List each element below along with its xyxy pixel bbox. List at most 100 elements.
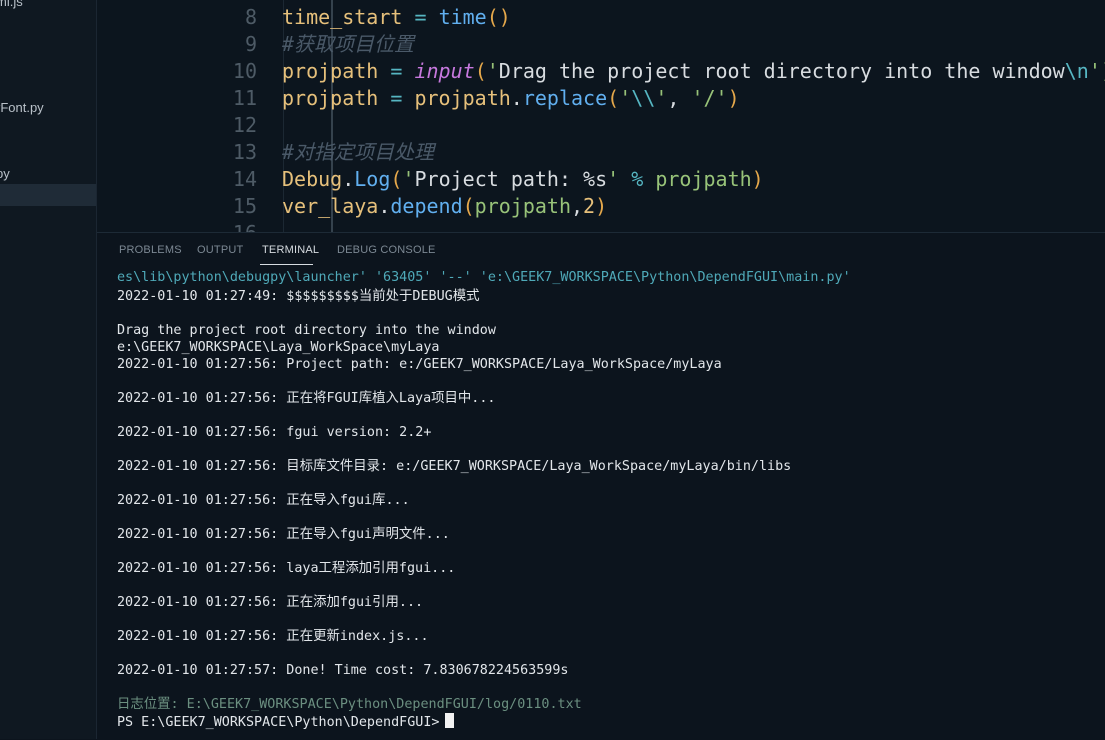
code-line[interactable]: #对指定项目处理 [282,139,434,166]
terminal-line-text: 2022-01-10 01:27:56: 正在导入fgui库... [117,493,410,508]
code-editor[interactable]: 8 time_start = time() 9 #获取项目位置 10 projpath =… [97,0,1105,232]
code-line[interactable]: projpath = projpath.replace('\\', '/') [282,85,740,112]
bottom-panel: PROBLEMS OUTPUT TERMINAL DEBUG CONSOLE e… [97,232,1105,740]
code-token: ' [607,167,620,191]
code-token: ' [486,59,499,83]
code-token: \n [1064,59,1089,83]
terminal-line: 日志位置: E:\GEEK7_WORKSPACE\Python\DependFG… [117,696,582,713]
code-token: ( [462,194,475,218]
code-token: ( [474,59,487,83]
code-token: time_start [282,5,403,29]
terminal-line-text: 2022-01-10 01:27:56: 正在将FGUI库植入Laya项目中..… [117,391,496,406]
code-token: projpath [282,86,379,110]
line-number: 9 [244,32,257,56]
code-token: . [510,86,523,110]
code-token: replace [522,86,608,110]
terminal-line: 2022-01-10 01:27:57: Done! Time cost: 7.… [117,662,568,679]
code-token: projpath [282,59,379,83]
code-token: ) [595,194,608,218]
line-number: 10 [232,59,257,83]
line-number: 14 [232,167,257,191]
tab-debug-console[interactable]: DEBUG CONSOLE [337,244,436,256]
terminal-line: 2022-01-10 01:27:56: Project path: e:/GE… [117,356,722,373]
tab-output[interactable]: OUTPUT [197,244,243,256]
panel-tabs: PROBLEMS OUTPUT TERMINAL DEBUG CONSOLE [97,233,1105,269]
code-token: ( [607,86,620,110]
code-line[interactable]: projpath = input('Drag the project root … [282,58,1105,85]
line-number: 16 [207,220,257,232]
code-token: % [631,167,644,191]
code-token: ' [619,86,632,110]
tab-problems[interactable]: PROBLEMS [119,244,182,256]
line-number: 12 [232,113,257,137]
terminal-line-text: PS E:\GEEK7_WORKSPACE\Python\DependFGUI> [117,715,440,730]
terminal-line-text: Drag the project root directory into the… [117,323,496,338]
code-line[interactable]: ver_laya.depend(projpath,2) [282,193,607,220]
explorer-selected-row[interactable] [0,184,96,206]
code-token: input [414,59,475,83]
code-token: Project path: %s [414,167,608,191]
code-line[interactable]: Debug.Log('Project path: %s' % projpath) [282,166,764,193]
terminal-line-text: 2022-01-10 01:27:56: 正在导入fgui声明文件... [117,527,450,542]
explorer-file-item[interactable]: rFont.py [0,100,44,115]
line-number: 11 [232,86,257,110]
code-token: , [667,86,692,110]
code-token: \\ [631,86,656,110]
line-number: 13 [232,140,257,164]
line-number: 15 [232,194,257,218]
code-token: projpath [414,86,511,110]
code-token: #获取项目位置 [282,32,415,56]
code-line[interactable]: time_start = time() [282,4,511,31]
code-token: ) [727,86,740,110]
code-token: ' [402,167,415,191]
terminal-line: 2022-01-10 01:27:56: 正在导入fgui库... [117,492,410,509]
code-token: ver_laya [282,194,379,218]
terminal-line-text: 2022-01-10 01:27:56: laya工程添加引用fgui... [117,561,456,576]
terminal-line: e:\GEEK7_WORKSPACE\Laya_WorkSpace\myLaya [117,339,439,356]
active-tab-indicator [260,264,313,265]
code-token: ') [1088,59,1105,83]
terminal-line: 2022-01-10 01:27:56: 正在更新index.js... [117,628,429,645]
explorer-sidebar: mi.js rFont.py py [0,0,96,739]
code-token: ' [655,86,668,110]
line-number: 8 [244,5,257,29]
terminal-line: 2022-01-10 01:27:56: fgui version: 2.2+ [117,424,431,441]
code-token: #对指定项目处理 [282,140,435,164]
code-token: projpath [655,167,752,191]
code-token: . [378,194,391,218]
terminal-line: Drag the project root directory into the… [117,322,496,339]
terminal-cursor [445,713,455,728]
code-token: Log [354,167,391,191]
terminal-line: 2022-01-10 01:27:56: 正在添加fgui引用... [117,594,423,611]
explorer-file-item[interactable]: mi.js [0,0,23,9]
code-token: = [414,5,427,29]
terminal-prompt: PS E:\GEEK7_WORKSPACE\Python\DependFGUI> [117,713,455,731]
code-token: . [342,167,355,191]
terminal-line-text: 2022-01-10 01:27:56: Project path: e:/GE… [117,357,722,372]
tab-terminal[interactable]: TERMINAL [262,244,319,256]
terminal-line-text: 日志位置: E:\GEEK7_WORKSPACE\Python\DependFG… [117,697,582,712]
code-token: Drag the project root directory into the… [498,59,1065,83]
terminal-line: 2022-01-10 01:27:56: laya工程添加引用fgui... [117,560,455,577]
terminal-line-text: 2022-01-10 01:27:56: fgui version: 2.2+ [117,425,432,440]
explorer-file-item[interactable]: py [0,166,10,181]
code-token: Debug [282,167,343,191]
terminal-line-text: e:\GEEK7_WORKSPACE\Laya_WorkSpace\myLaya [117,340,440,355]
code-token: projpath [474,194,571,218]
terminal-line: 2022-01-10 01:27:49: $$$$$$$$$当前处于DEBUG模… [117,288,480,305]
code-token: = [390,59,403,83]
terminal-line: 2022-01-10 01:27:56: 正在导入fgui声明文件... [117,526,450,543]
code-token: depend [390,194,463,218]
code-line[interactable]: #获取项目位置 [282,31,414,58]
code-token: , [571,194,584,218]
code-token: () [486,5,511,29]
code-token: ) [751,167,764,191]
code-token: 2 [583,194,596,218]
terminal-line-text: es\lib\python\debugpy\launcher' '63405' … [117,270,851,285]
